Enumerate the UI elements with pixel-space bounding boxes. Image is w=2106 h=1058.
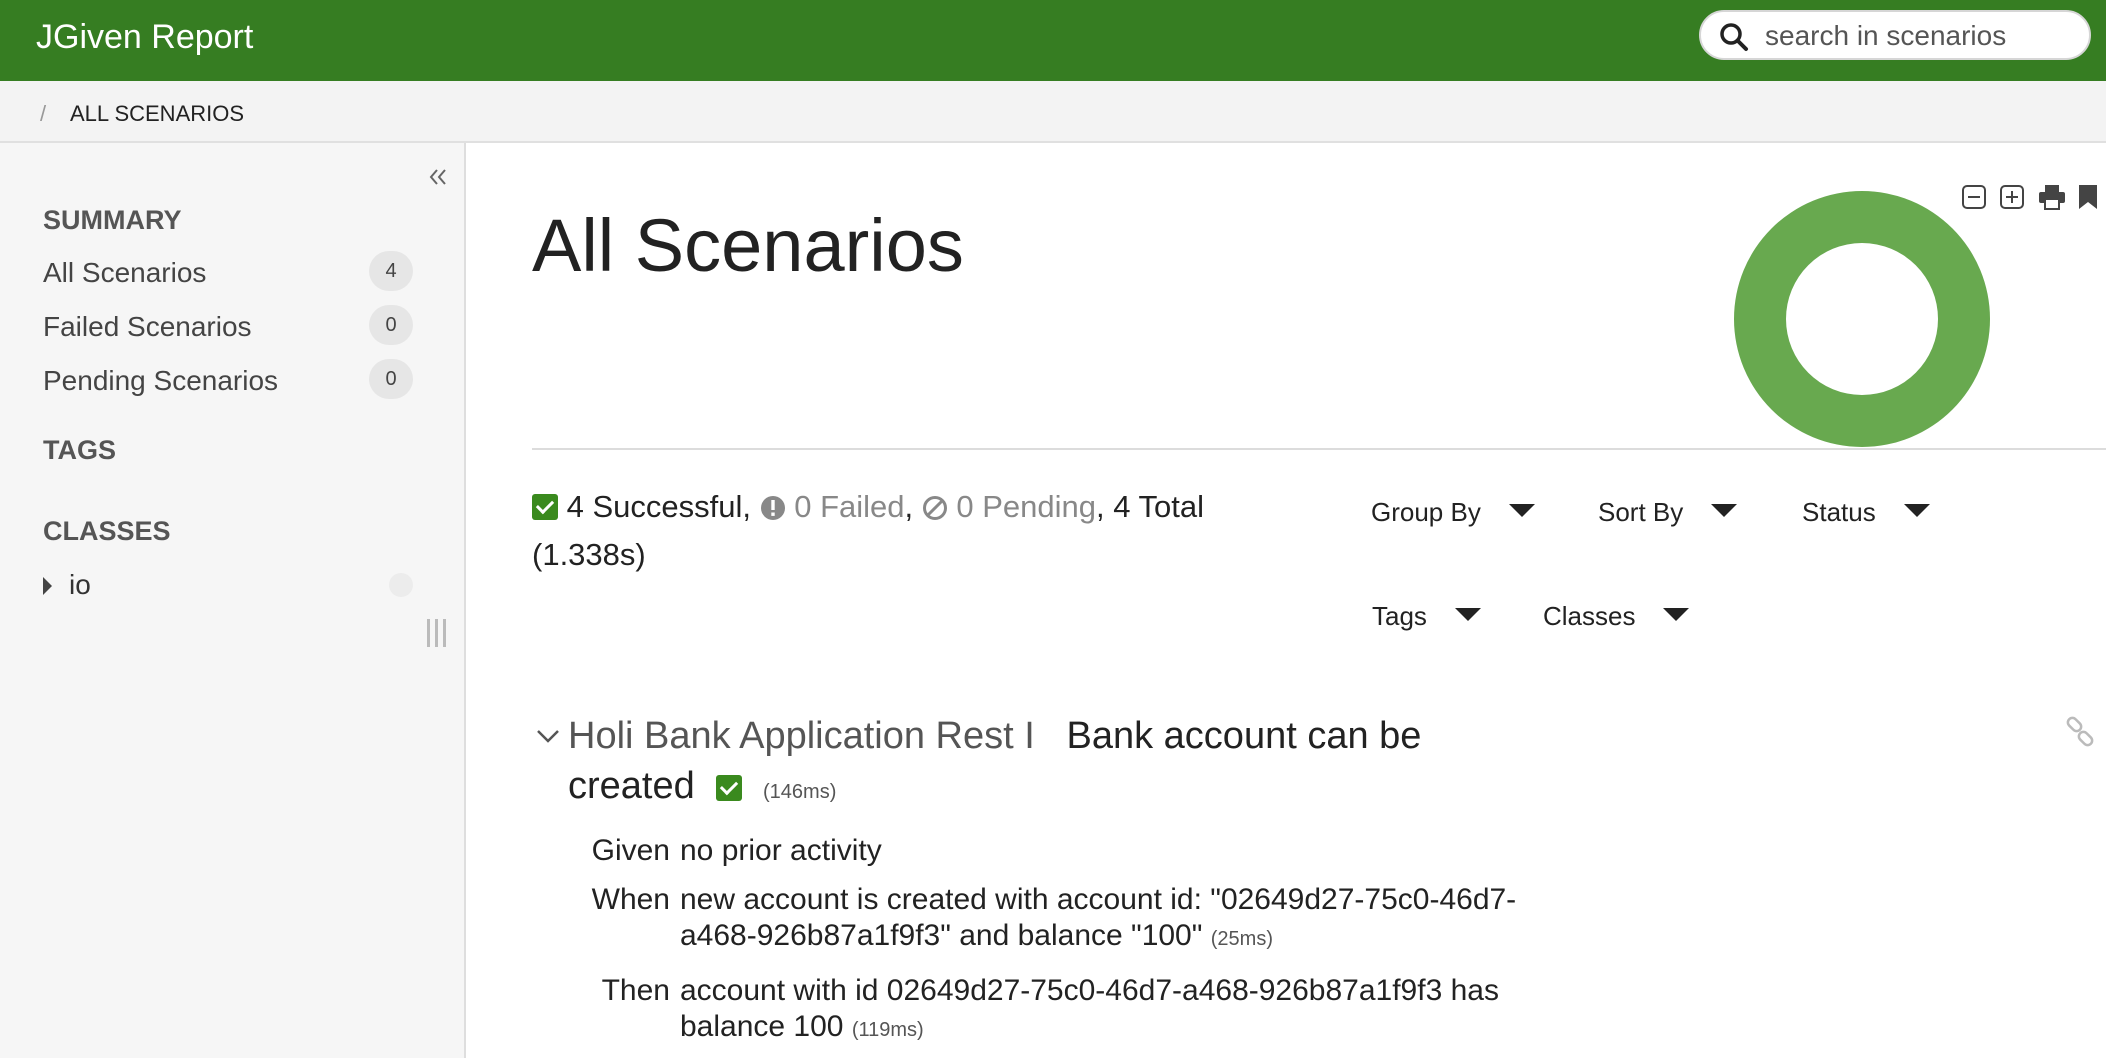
status-donut-chart [1734, 191, 1990, 447]
chevron-down-icon[interactable] [536, 728, 560, 744]
count-badge: 0 [369, 359, 413, 399]
dropdown-label: Status [1802, 497, 1876, 527]
class-tree-item-io[interactable]: io [43, 567, 413, 607]
scenario-header[interactable]: Holi Bank Application Rest I Bank accoun… [568, 711, 1508, 817]
dropdown-label: Tags [1372, 601, 1427, 631]
total-count: 4 Total [1113, 489, 1205, 524]
step-text: account with id 02649d27-75c0-46d7-a468-… [680, 974, 1499, 1043]
divider [532, 448, 2106, 450]
sidebar-item-failed-scenarios[interactable]: Failed Scenarios 0 [43, 305, 413, 349]
bookmark-icon[interactable] [2077, 183, 2099, 216]
success-check-icon [532, 494, 558, 520]
pending-icon [922, 496, 947, 520]
dropdown-label: Classes [1543, 601, 1636, 631]
step-then: Then account with id 02649d27-75c0-46d7-… [580, 973, 1580, 1049]
success-check-icon [715, 775, 742, 801]
sidebar-item-label: Pending Scenarios [43, 365, 279, 396]
status-dropdown[interactable]: Status [1802, 497, 1930, 528]
caret-down-icon [1454, 608, 1481, 621]
sort-by-dropdown[interactable]: Sort By [1598, 497, 1738, 528]
app-title[interactable]: JGiven Report [36, 18, 253, 57]
class-tree-label: io [69, 569, 91, 600]
scenario-class-name[interactable]: Holi Bank Application Rest I [568, 715, 1035, 757]
summary-heading: SUMMARY [43, 205, 182, 235]
failed-count[interactable]: 0 Failed [794, 489, 904, 524]
expand-triangle-icon[interactable] [43, 577, 52, 595]
main-content: All Scenarios 4 Successful, 0 Failed, 0 … [466, 143, 2106, 1058]
caret-down-icon [1508, 504, 1535, 517]
search-icon [1720, 23, 1748, 51]
caret-down-icon [1663, 608, 1690, 621]
breadcrumb-current[interactable]: ALL SCENARIOS [70, 101, 244, 127]
step-duration: (25ms) [1210, 928, 1273, 950]
step-keyword: Then [601, 974, 670, 1007]
breadcrumb: / ALL SCENARIOS [0, 81, 2106, 143]
step-keyword: When [591, 883, 670, 916]
tags-heading: TAGS [43, 435, 116, 465]
search-input[interactable] [1763, 18, 2077, 54]
step-text: no prior activity [680, 834, 882, 867]
total-duration: (1.338s) [532, 537, 646, 572]
expand-all-icon[interactable] [1998, 183, 2026, 216]
search-box[interactable] [1699, 10, 2091, 60]
page-title: All Scenarios [532, 204, 964, 287]
scenario-duration: (146ms) [763, 781, 837, 803]
group-by-dropdown[interactable]: Group By [1371, 497, 1535, 528]
classes-dropdown[interactable]: Classes [1543, 601, 1690, 632]
sidebar-item-label: All Scenarios [43, 257, 207, 288]
classes-heading: CLASSES [43, 516, 171, 546]
successful-count[interactable]: 4 Successful [567, 489, 743, 524]
count-badge: 0 [369, 305, 413, 345]
collapse-sidebar-icon[interactable] [428, 167, 448, 187]
dropdown-label: Group By [1371, 497, 1481, 527]
print-icon[interactable] [2037, 183, 2067, 216]
count-badge: 4 [369, 251, 413, 291]
top-navbar: JGiven Report [0, 0, 2106, 81]
navigate-arrow-icon[interactable] [389, 573, 413, 597]
status-summary: 4 Successful, 0 Failed, 0 Pending, 4 Tot… [532, 489, 1205, 572]
sidebar: SUMMARY All Scenarios 4 Failed Scenarios… [0, 143, 466, 1058]
step-keyword: Given [591, 834, 670, 867]
sidebar-item-pending-scenarios[interactable]: Pending Scenarios 0 [43, 359, 413, 403]
step-duration: (119ms) [851, 1019, 924, 1041]
caret-down-icon [1903, 504, 1930, 517]
step-text: new account is created with account id: … [680, 883, 1517, 952]
link-icon[interactable] [2064, 716, 2096, 748]
donut-slice-successful[interactable] [1734, 191, 1990, 447]
caret-down-icon [1711, 504, 1738, 517]
resize-handle-icon[interactable] [425, 617, 449, 649]
pending-count[interactable]: 0 Pending [956, 489, 1096, 524]
sidebar-item-label: Failed Scenarios [43, 311, 252, 342]
dropdown-label: Sort By [1598, 497, 1684, 527]
tags-dropdown[interactable]: Tags [1372, 601, 1481, 632]
step-given: Given no prior activity [580, 833, 1580, 873]
step-when: When new account is created with account… [580, 882, 1580, 958]
failed-icon [760, 496, 785, 520]
sidebar-item-all-scenarios[interactable]: All Scenarios 4 [43, 251, 413, 295]
breadcrumb-separator: / [40, 101, 47, 126]
